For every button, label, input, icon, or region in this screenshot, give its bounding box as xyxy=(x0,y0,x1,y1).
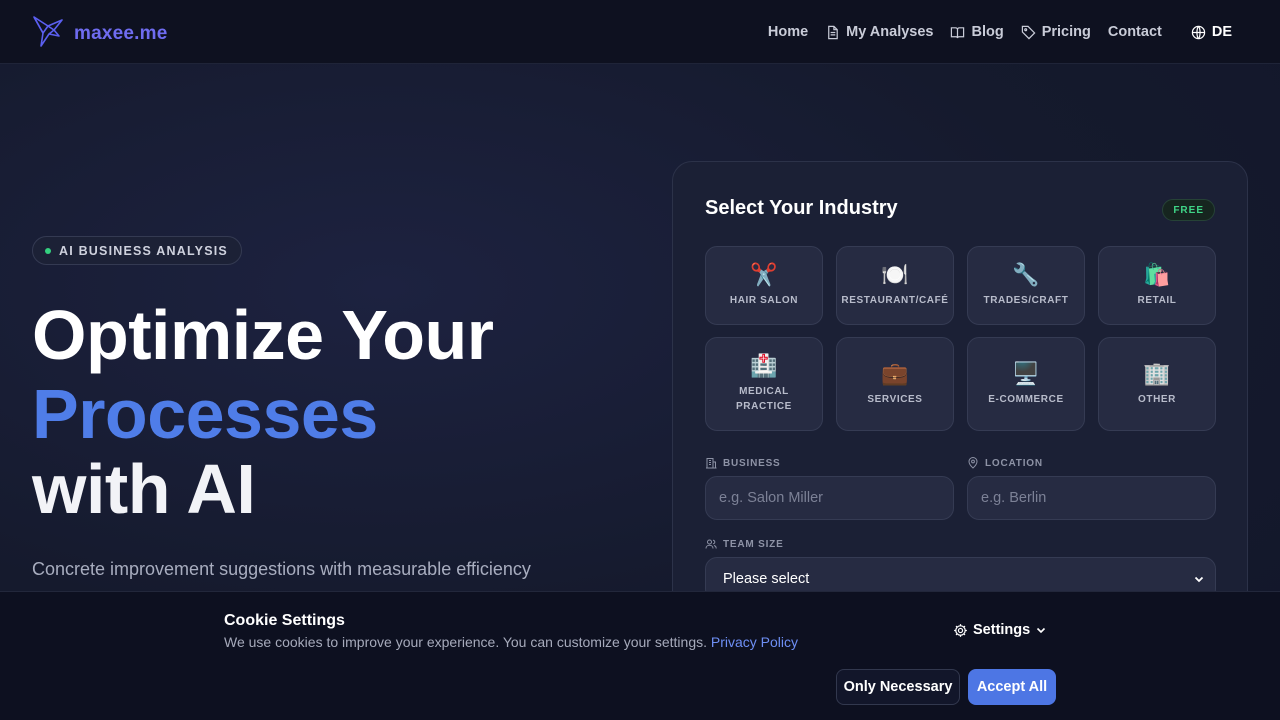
industry-label: MEDICAL PRACTICE xyxy=(736,386,792,412)
card-title: Select Your Industry xyxy=(705,197,898,219)
cookie-settings-label: Settings xyxy=(973,622,1031,638)
cookie-banner: Cookie Settings We use cookies to improv… xyxy=(0,591,1280,720)
nav-pricing[interactable]: Pricing xyxy=(1021,24,1091,40)
industry-card: Select Your Industry FREE ✂️ HAIR SALON … xyxy=(672,161,1248,641)
industry-label: HAIR SALON xyxy=(729,295,799,306)
chevron-down-icon xyxy=(1194,576,1204,583)
nav-my-analyses-label: My Analyses xyxy=(846,24,934,40)
accept-all-button[interactable]: Accept All xyxy=(968,669,1056,705)
nav-pricing-label: Pricing xyxy=(1041,24,1091,40)
business-input[interactable] xyxy=(705,476,954,520)
computer-icon: 🖥️ xyxy=(1012,360,1040,386)
top-navbar: maxee.me Home My Analyses Blog Pricing C… xyxy=(0,0,1280,64)
privacy-policy-link[interactable]: Privacy Policy xyxy=(711,634,798,650)
industry-tile-ecommerce[interactable]: 🖥️ E-COMMERCE xyxy=(967,337,1085,431)
hero-subtitle: Concrete improvement suggestions with me… xyxy=(32,559,531,579)
industry-label: RETAIL xyxy=(1137,295,1177,306)
hero-title-line-3: with AI xyxy=(32,450,256,528)
cookie-title: Cookie Settings xyxy=(224,612,345,629)
hero-badge-label: AI BUSINESS ANALYSIS xyxy=(59,243,228,258)
industry-label: SERVICES xyxy=(867,393,923,405)
nav-contact-label: Contact xyxy=(1107,24,1162,40)
nav-contact[interactable]: Contact xyxy=(1108,24,1162,40)
industry-tile-hair-salon[interactable]: ✂️ HAIR SALON xyxy=(705,246,823,325)
language-label: DE xyxy=(1211,24,1232,40)
wrench-icon: 🔧 xyxy=(1012,262,1040,287)
industry-tile-retail[interactable]: 🛍️ RETAIL xyxy=(1098,246,1216,325)
business-label-text: BUSINESS xyxy=(723,457,781,469)
location-label-text: LOCATION xyxy=(985,457,1043,469)
industry-tile-services[interactable]: 💼 SERVICES xyxy=(836,337,954,431)
building-icon xyxy=(706,458,717,469)
map-pin-icon xyxy=(968,457,978,469)
industry-tile-medical[interactable]: 🏥 MEDICAL PRACTICE xyxy=(705,337,823,431)
nav-my-analyses[interactable]: My Analyses xyxy=(825,24,933,40)
hero-title-line-1: Optimize Your xyxy=(32,296,494,374)
team-size-value: Please select xyxy=(723,571,810,587)
cookie-settings-toggle[interactable]: Settings xyxy=(953,622,1047,638)
nav-blog[interactable]: Blog xyxy=(950,24,1004,40)
hero-badge: AI BUSINESS ANALYSIS xyxy=(32,236,242,265)
book-icon xyxy=(951,26,965,38)
plate-icon: 🍽️ xyxy=(881,262,909,287)
nav-home-label: Home xyxy=(767,24,809,40)
hospital-icon: 🏥 xyxy=(750,353,778,378)
language-switcher[interactable]: DE xyxy=(1191,24,1232,40)
location-label: LOCATION xyxy=(967,457,1043,469)
industry-tile-restaurant[interactable]: 🍽️ RESTAURANT/CAFÉ xyxy=(836,246,954,325)
briefcase-icon: 💼 xyxy=(881,360,909,386)
free-badge: FREE xyxy=(1162,199,1215,221)
shopping-bags-icon: 🛍️ xyxy=(1143,262,1171,287)
industry-label: E-COMMERCE xyxy=(988,393,1064,405)
office-building-icon: 🏢 xyxy=(1143,360,1171,386)
industry-tile-trades[interactable]: 🔧 TRADES/CRAFT xyxy=(967,246,1085,325)
gear-icon xyxy=(954,623,967,637)
industry-tile-other[interactable]: 🏢 OTHER xyxy=(1098,337,1216,431)
only-necessary-button[interactable]: Only Necessary xyxy=(836,669,960,705)
business-label: BUSINESS xyxy=(705,457,781,469)
hero-title-line-2: Processes xyxy=(32,375,378,453)
cookie-text-body: We use cookies to improve your experienc… xyxy=(224,634,707,650)
scissors-icon: ✂️ xyxy=(750,262,778,287)
industry-label: TRADES/CRAFT xyxy=(983,295,1069,306)
document-icon xyxy=(828,25,838,39)
team-size-label: TEAM SIZE xyxy=(705,538,784,550)
status-dot-icon xyxy=(45,247,51,254)
nav-home[interactable]: Home xyxy=(768,24,808,40)
users-icon xyxy=(705,539,717,549)
logo[interactable]: maxee.me xyxy=(32,14,168,53)
industry-grid: ✂️ HAIR SALON 🍽️ RESTAURANT/CAFÉ 🔧 TRADE… xyxy=(705,246,1216,431)
team-size-label-text: TEAM SIZE xyxy=(723,538,784,550)
location-input[interactable] xyxy=(967,476,1216,520)
chevron-down-icon xyxy=(1037,627,1046,634)
tag-icon xyxy=(1021,25,1036,39)
cookie-text: We use cookies to improve your experienc… xyxy=(224,634,798,650)
nav-blog-label: Blog xyxy=(971,24,1004,40)
globe-icon xyxy=(1191,25,1206,39)
industry-label: OTHER xyxy=(1138,393,1176,405)
industry-label: RESTAURANT/CAFÉ xyxy=(841,295,949,306)
brand-name: maxee.me xyxy=(74,22,168,44)
bird-logo-icon xyxy=(32,14,66,53)
nav-links: Home My Analyses Blog Pricing Contact DE xyxy=(768,0,1232,64)
